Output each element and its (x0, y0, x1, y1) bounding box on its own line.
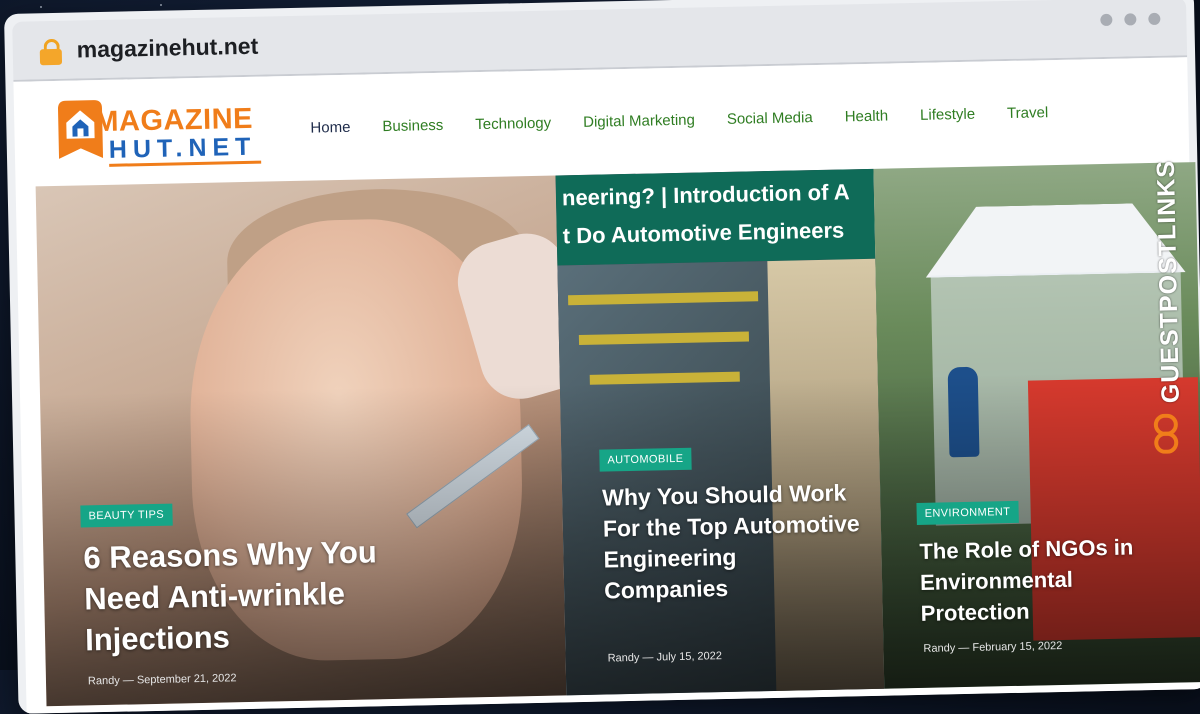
web-page: MAGAZINE HUT.NET Home Business Technolog… (13, 57, 1200, 714)
post-author[interactable]: Randy (923, 642, 955, 655)
lock-icon (39, 38, 63, 66)
post-meta: Randy — July 15, 2022 (607, 650, 723, 665)
post-date: September 21, 2022 (136, 672, 237, 687)
window-dot-icon[interactable] (1148, 12, 1161, 26)
nav-item-lifestyle[interactable]: Lifestyle (920, 106, 975, 124)
post-card[interactable]: neering? | Introduction of A t Do Automo… (555, 168, 885, 696)
nav-item-technology[interactable]: Technology (475, 115, 551, 134)
card-image-banner: neering? | Introduction of A t Do Automo… (555, 168, 876, 266)
post-date: July 15, 2022 (656, 650, 723, 664)
window-dot-icon[interactable] (1124, 13, 1137, 26)
address-bar-url[interactable]: magazinehut.net (76, 33, 258, 64)
nav-item-travel[interactable]: Travel (1007, 104, 1048, 122)
post-date: February 15, 2022 (972, 639, 1063, 654)
category-badge[interactable]: BEAUTY TIPS (80, 503, 173, 528)
logo-text-hut: HUT.NET (108, 132, 257, 164)
featured-posts: BEAUTY TIPS 6 Reasons Why You Need Anti-… (35, 162, 1200, 707)
post-title[interactable]: The Role of NGOs in Environmental Protec… (919, 531, 1181, 629)
window-dot-icon[interactable] (1100, 13, 1113, 27)
post-title[interactable]: Why You Should Work For the Top Automoti… (602, 477, 865, 606)
window-dots (1088, 12, 1161, 32)
nav-item-home[interactable]: Home (310, 119, 350, 137)
post-author[interactable]: Randy (608, 652, 640, 665)
browser-window: magazinehut.net MAGAZINE HUT.NET Home Bu… (4, 0, 1200, 714)
site-logo[interactable]: MAGAZINE HUT.NET (52, 94, 273, 169)
nav-item-digital-marketing[interactable]: Digital Marketing (583, 112, 695, 131)
nav-item-health[interactable]: Health (845, 108, 889, 126)
nav-item-business[interactable]: Business (382, 117, 443, 135)
watermark-text: GUESTPOSTLINKS (1151, 159, 1185, 404)
banner-text-line2: t Do Automotive Engineers (562, 217, 845, 249)
nav-item-social-media[interactable]: Social Media (727, 109, 813, 128)
main-navigation: Home Business Technology Digital Marketi… (310, 104, 1048, 136)
category-badge[interactable]: AUTOMOBILE (599, 447, 692, 472)
banner-text-line1: neering? | Introduction of A (561, 179, 850, 211)
post-title[interactable]: 6 Reasons Why You Need Anti-wrinkle Inje… (83, 530, 426, 660)
post-author[interactable]: Randy (88, 675, 120, 688)
guestpostlinks-watermark: GUESTPOSTLINKS (1142, 117, 1188, 454)
link-logo-icon (1153, 413, 1179, 454)
category-badge[interactable]: ENVIRONMENT (916, 500, 1019, 525)
post-card[interactable]: BEAUTY TIPS 6 Reasons Why You Need Anti-… (35, 175, 567, 707)
